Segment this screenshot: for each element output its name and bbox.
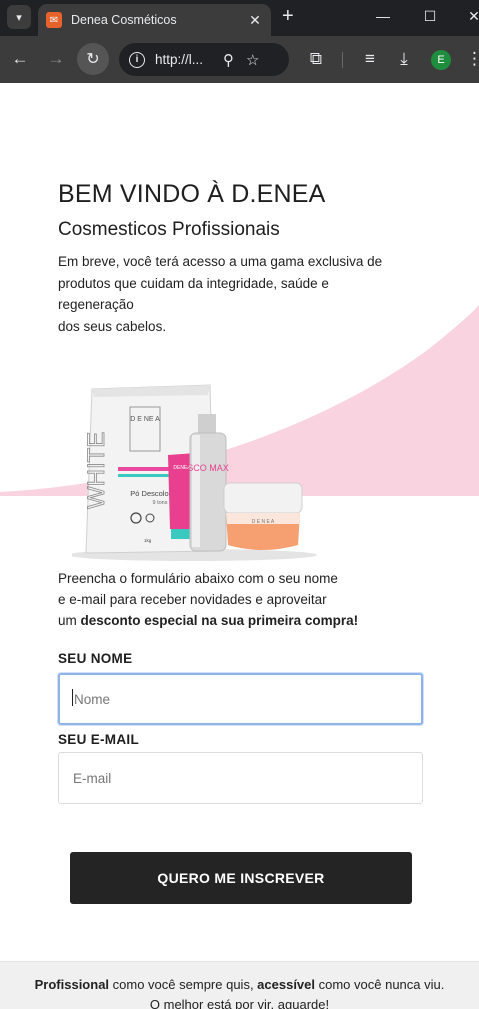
bag-brand-text: D E NE A (130, 416, 160, 423)
url-text[interactable]: http://l... (155, 52, 211, 67)
download-icon[interactable]: ⤓ (393, 48, 415, 70)
reload-icon: ↻ (86, 51, 100, 68)
minimize-icon[interactable]: — (374, 8, 392, 24)
close-window-icon[interactable]: ✕ (465, 8, 479, 25)
toolbar-separator (342, 52, 343, 68)
form-intro-text: Preencha o formulário abaixo com o seu n… (58, 571, 359, 628)
bag-tons-text: 9 tons (153, 500, 168, 506)
address-bar[interactable]: i http://l... ⚲ ☆ (119, 43, 289, 76)
new-tab-icon[interactable]: + (282, 6, 294, 26)
name-label: SEU NOME (58, 651, 133, 666)
bookmark-star-icon[interactable]: ☆ (246, 51, 259, 69)
close-tab-icon[interactable]: ✕ (247, 12, 263, 29)
browser-tab[interactable]: ✉ Denea Cosméticos ✕ (38, 4, 271, 36)
menu-kebab-icon[interactable]: ⋮ (466, 48, 479, 70)
footer: Profissional como você sempre quis, aces… (0, 961, 479, 1009)
email-input[interactable] (58, 752, 423, 804)
extensions-icon[interactable]: ⧉ (305, 48, 327, 70)
page-subtitle: Cosmesticos Profissionais (58, 219, 280, 240)
bottle-text: SCO MAX (187, 463, 229, 473)
subscribe-button[interactable]: QUERO ME INSCREVER (70, 852, 412, 904)
back-icon[interactable]: ← (9, 48, 31, 70)
reload-button[interactable]: ↻ (77, 43, 109, 75)
profile-avatar[interactable]: E (431, 50, 451, 70)
tab-title: Denea Cosméticos (71, 13, 177, 27)
media-queue-icon[interactable]: ≡ (359, 48, 381, 70)
intro-text: Em breve, você terá acesso a uma gama ex… (58, 254, 383, 334)
page-content: BEM VINDO À D.ENEA Cosmesticos Profissio… (0, 83, 479, 1009)
bag-weight-text: 1kg (144, 538, 152, 543)
bag-side-text: WHITE (83, 432, 110, 509)
zoom-icon[interactable]: ⚲ (223, 51, 234, 69)
page-title: BEM VINDO À D.ENEA (58, 180, 326, 208)
browser-tab-bar: ▾ ✉ Denea Cosméticos ✕ + — ☐ ✕ (0, 0, 479, 36)
chevron-down-icon: ▾ (16, 11, 22, 24)
forward-icon[interactable]: → (45, 48, 67, 70)
email-label: SEU E-MAIL (58, 732, 140, 747)
text-caret (72, 689, 73, 706)
favicon-icon: ✉ (46, 12, 62, 28)
products-image: D E NE A WHITE Pó Descolorante 9 tons 1k… (72, 384, 317, 561)
browser-toolbar: ← → ↻ i http://l... ⚲ ☆ ⧉ ≡ ⤓ E ⋮ (0, 36, 479, 83)
site-info-icon[interactable]: i (129, 51, 145, 68)
maximize-icon[interactable]: ☐ (421, 8, 439, 25)
jar-brand-text: D E N E A (252, 519, 275, 525)
name-input[interactable] (58, 673, 423, 725)
tab-search-button[interactable]: ▾ (7, 5, 31, 29)
